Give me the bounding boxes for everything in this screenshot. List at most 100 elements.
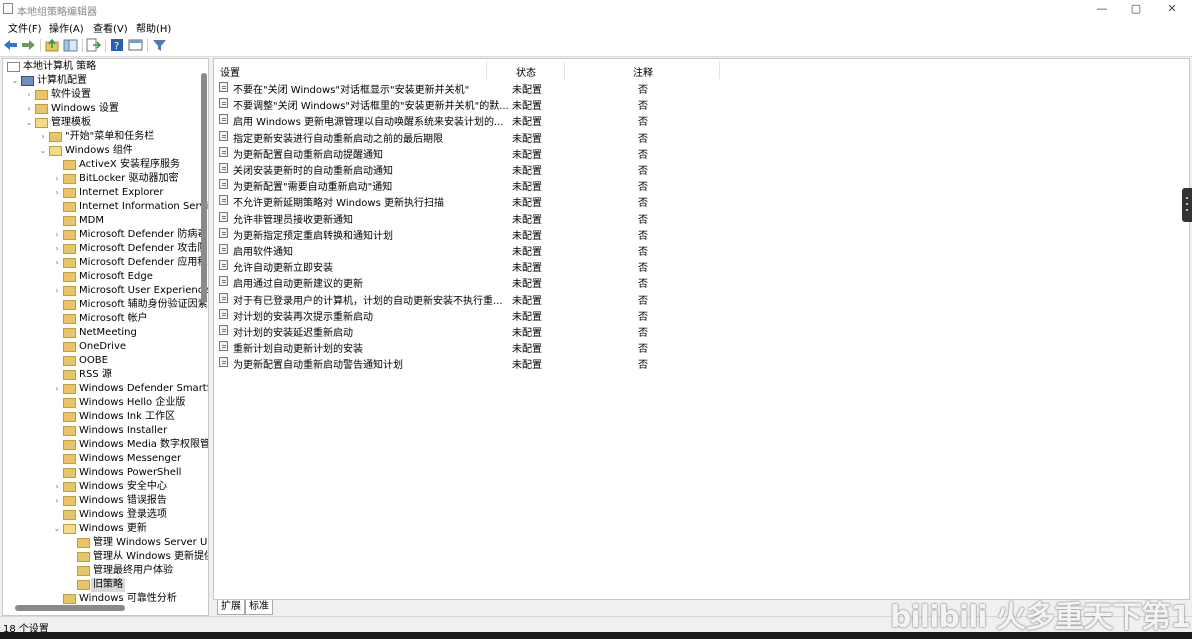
table-row[interactable]: 为更新配置自动重新启动提醒通知 未配置 否 <box>218 144 868 161</box>
table-row[interactable]: 对计划的安装延迟重新启动 未配置 否 <box>218 322 868 339</box>
collapse-chevron-icon[interactable]: ⌄ <box>39 144 47 158</box>
table-row[interactable]: 允许自动更新立即安装 未配置 否 <box>218 257 868 274</box>
table-row[interactable]: 不要在"关闭 Windows"对话框显示"安装更新并关机" 未配置 否 <box>218 79 868 96</box>
tree-node[interactable]: NetMeeting <box>3 326 203 340</box>
up-folder-icon[interactable] <box>45 38 60 52</box>
table-row[interactable]: 为更新配置自动重新启动警告通知计划 未配置 否 <box>218 354 868 371</box>
tree-node[interactable]: 管理从 Windows 更新提供 <box>3 550 208 564</box>
tree-node[interactable]: › Microsoft Defender 防病毒 <box>3 228 207 242</box>
tree-node[interactable]: Windows Messenger <box>3 452 203 466</box>
tree-node[interactable]: Microsoft Edge <box>3 270 203 284</box>
table-row[interactable]: 关闭安装更新时的自动重新启动通知 未配置 否 <box>218 160 868 177</box>
column-header-comment[interactable]: 注释 <box>633 64 653 79</box>
tree-node[interactable]: Windows PowerShell <box>3 466 203 480</box>
maximize-button[interactable]: ▢ <box>1118 0 1154 18</box>
expand-chevron-icon[interactable]: › <box>53 172 61 186</box>
help-icon[interactable]: ? <box>110 38 125 52</box>
view-icon[interactable] <box>128 38 143 52</box>
show-tree-icon[interactable] <box>63 38 78 52</box>
tree-node[interactable]: Microsoft 辅助身份验证因素 <box>3 298 208 312</box>
tree-node[interactable]: 旧策略 <box>3 578 203 592</box>
tree-node[interactable]: OneDrive <box>3 340 203 354</box>
tree-node[interactable]: 管理最终用户体验 <box>3 564 203 578</box>
tree-node[interactable]: › Internet Explorer <box>3 186 203 200</box>
table-row[interactable]: 不允许更新延期策略对 Windows 更新执行扫描 未配置 否 <box>218 192 868 209</box>
side-panel-handle[interactable] <box>1182 188 1192 222</box>
tree-node[interactable]: MDM <box>3 214 203 228</box>
setting-name: 允许非管理员接收更新通知 <box>233 214 353 226</box>
expand-chevron-icon[interactable]: › <box>53 256 61 270</box>
tree-node[interactable]: › Windows 设置 <box>3 102 203 116</box>
table-row[interactable]: 启用通过自动更新建议的更新 未配置 否 <box>218 273 868 290</box>
table-row[interactable]: 对计划的安装再次提示重新启动 未配置 否 <box>218 306 868 323</box>
tree-pane[interactable]: 本地计算机 策略 ⌄ 计算机配置 › 软件设置 › Windows 设置 ⌄ 管理模板 › "开始"… <box>2 58 209 616</box>
tree-node[interactable]: › "开始"菜单和任务栏 <box>3 130 203 144</box>
expand-chevron-icon[interactable]: › <box>53 284 61 298</box>
collapse-chevron-icon[interactable]: ⌄ <box>11 74 19 88</box>
expand-chevron-icon[interactable]: › <box>53 480 61 494</box>
table-row[interactable]: 不要调整"关闭 Windows"对话框里的"安装更新并关机"的默... 未配置 否 <box>218 95 868 112</box>
expand-chevron-icon[interactable]: › <box>53 228 61 242</box>
table-row[interactable]: 为更新指定预定重启转换和通知计划 未配置 否 <box>218 225 868 242</box>
table-row[interactable]: 为更新配置"需要自动重新启动"通知 未配置 否 <box>218 176 868 193</box>
menu-file[interactable]: 文件(F) <box>8 20 42 35</box>
expand-chevron-icon[interactable]: › <box>53 186 61 200</box>
table-row[interactable]: 重新计划自动更新计划的安装 未配置 否 <box>218 338 868 355</box>
menu-action[interactable]: 操作(A) <box>49 20 84 35</box>
column-header-setting[interactable]: 设置 <box>220 64 240 79</box>
menu-help[interactable]: 帮助(H) <box>136 20 171 35</box>
column-header-state[interactable]: 状态 <box>516 64 536 79</box>
tree-node[interactable]: › Microsoft Defender 攻击防护 <box>3 242 208 256</box>
tree-node[interactable]: ⌄ 管理模板 <box>3 116 203 130</box>
back-arrow-icon[interactable] <box>3 38 18 52</box>
close-button[interactable]: ✕ <box>1154 0 1190 18</box>
expand-chevron-icon[interactable]: › <box>53 382 61 396</box>
tree-horizontal-scrollbar[interactable] <box>15 605 125 611</box>
tree-node[interactable]: ⌄ Windows 组件 <box>3 144 203 158</box>
collapse-chevron-icon[interactable]: ⌄ <box>53 522 61 536</box>
tree-node[interactable]: › Microsoft User Experience V <box>3 284 208 298</box>
tree-node[interactable]: 本地计算机 策略 <box>3 60 203 74</box>
tree-node[interactable]: Windows 登录选项 <box>3 508 203 522</box>
tree-node[interactable]: Internet Information Service <box>3 200 208 214</box>
tree-node[interactable]: › Windows 错误报告 <box>3 494 203 508</box>
tree-node[interactable]: OOBE <box>3 354 203 368</box>
menu-view[interactable]: 查看(V) <box>93 20 128 35</box>
tree-node[interactable]: 管理 Windows Server Up <box>3 536 208 550</box>
policy-setting-icon <box>219 195 228 206</box>
tree-node[interactable]: Windows Ink 工作区 <box>3 410 203 424</box>
tree-node[interactable]: ⌄ 计算机配置 <box>3 74 203 88</box>
collapse-chevron-icon[interactable]: ⌄ <box>25 116 33 130</box>
tree-node[interactable]: › Microsoft Defender 应用程序 <box>3 256 208 270</box>
table-row[interactable]: 对于有已登录用户的计算机，计划的自动更新安装不执行重... 未配置 否 <box>218 290 868 307</box>
expand-chevron-icon[interactable]: › <box>25 102 33 116</box>
tree-node[interactable]: › Windows Defender SmartSc <box>3 382 208 396</box>
filter-icon[interactable] <box>152 38 167 52</box>
tab-standard[interactable]: 标准 <box>245 600 273 615</box>
table-row[interactable]: 启用软件通知 未配置 否 <box>218 241 868 258</box>
tree-node[interactable]: › Windows 安全中心 <box>3 480 203 494</box>
tree-node[interactable]: Windows 可靠性分析 <box>3 592 203 606</box>
tree-node[interactable]: Windows Installer <box>3 424 203 438</box>
expand-chevron-icon[interactable]: › <box>25 88 33 102</box>
table-row[interactable]: 指定更新安装进行自动重新启动之前的最后期限 未配置 否 <box>218 128 868 145</box>
expand-chevron-icon[interactable]: › <box>53 494 61 508</box>
expand-chevron-icon[interactable]: › <box>53 242 61 256</box>
forward-arrow-icon[interactable] <box>21 38 36 52</box>
tree-node[interactable]: › BitLocker 驱动器加密 <box>3 172 203 186</box>
tab-extended[interactable]: 扩展 <box>217 600 245 615</box>
export-list-icon[interactable] <box>86 38 101 52</box>
tree-node[interactable]: RSS 源 <box>3 368 203 382</box>
settings-list-pane[interactable]: 设置 状态 注释 不要在"关闭 Windows"对话框显示"安装更新并关机" 未配… <box>213 58 1190 600</box>
minimize-button[interactable]: — <box>1084 0 1120 18</box>
tree-node[interactable]: Windows Media 数字权限管 <box>3 438 208 452</box>
tree-node[interactable]: Microsoft 帐户 <box>3 312 203 326</box>
table-row[interactable]: 启用 Windows 更新电源管理以自动唤醒系统来安装计划的... 未配置 否 <box>218 111 868 128</box>
tree-node[interactable]: Windows Hello 企业版 <box>3 396 203 410</box>
tree-vertical-scrollbar[interactable] <box>201 73 207 303</box>
table-row[interactable]: 允许非管理员接收更新通知 未配置 否 <box>218 209 868 226</box>
tree-node[interactable]: › 软件设置 <box>3 88 203 102</box>
expand-chevron-icon[interactable]: › <box>39 130 47 144</box>
tree-node[interactable]: ActiveX 安装程序服务 <box>3 158 203 172</box>
tree-node[interactable]: ⌄ Windows 更新 <box>3 522 203 536</box>
